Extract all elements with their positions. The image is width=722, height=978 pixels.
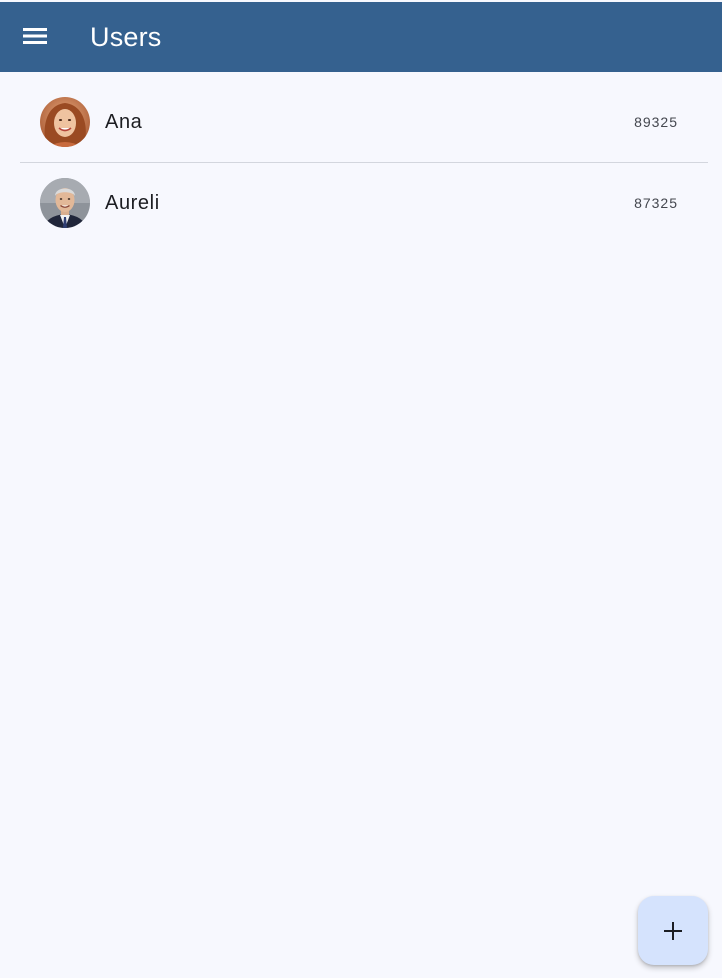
avatar xyxy=(40,97,90,147)
menu-icon xyxy=(23,28,47,44)
avatar xyxy=(40,178,90,228)
add-icon xyxy=(664,921,682,940)
app-bar: Users xyxy=(0,2,722,72)
list-item[interactable]: Ana 89325 xyxy=(20,82,708,162)
menu-button[interactable] xyxy=(14,15,56,57)
users-screen: Users Ana 89325 Aureli 87325 xyxy=(0,0,722,978)
page-title: Users xyxy=(90,22,162,52)
add-user-button[interactable] xyxy=(638,896,708,965)
user-photo xyxy=(40,97,90,147)
list-item[interactable]: Aureli 87325 xyxy=(20,163,708,243)
user-list: Ana 89325 Aureli 87325 xyxy=(20,82,708,243)
user-number: 87325 xyxy=(634,195,678,211)
user-name: Aureli xyxy=(105,192,160,214)
user-photo xyxy=(40,178,90,228)
user-number: 89325 xyxy=(634,114,678,130)
user-name: Ana xyxy=(105,111,143,133)
